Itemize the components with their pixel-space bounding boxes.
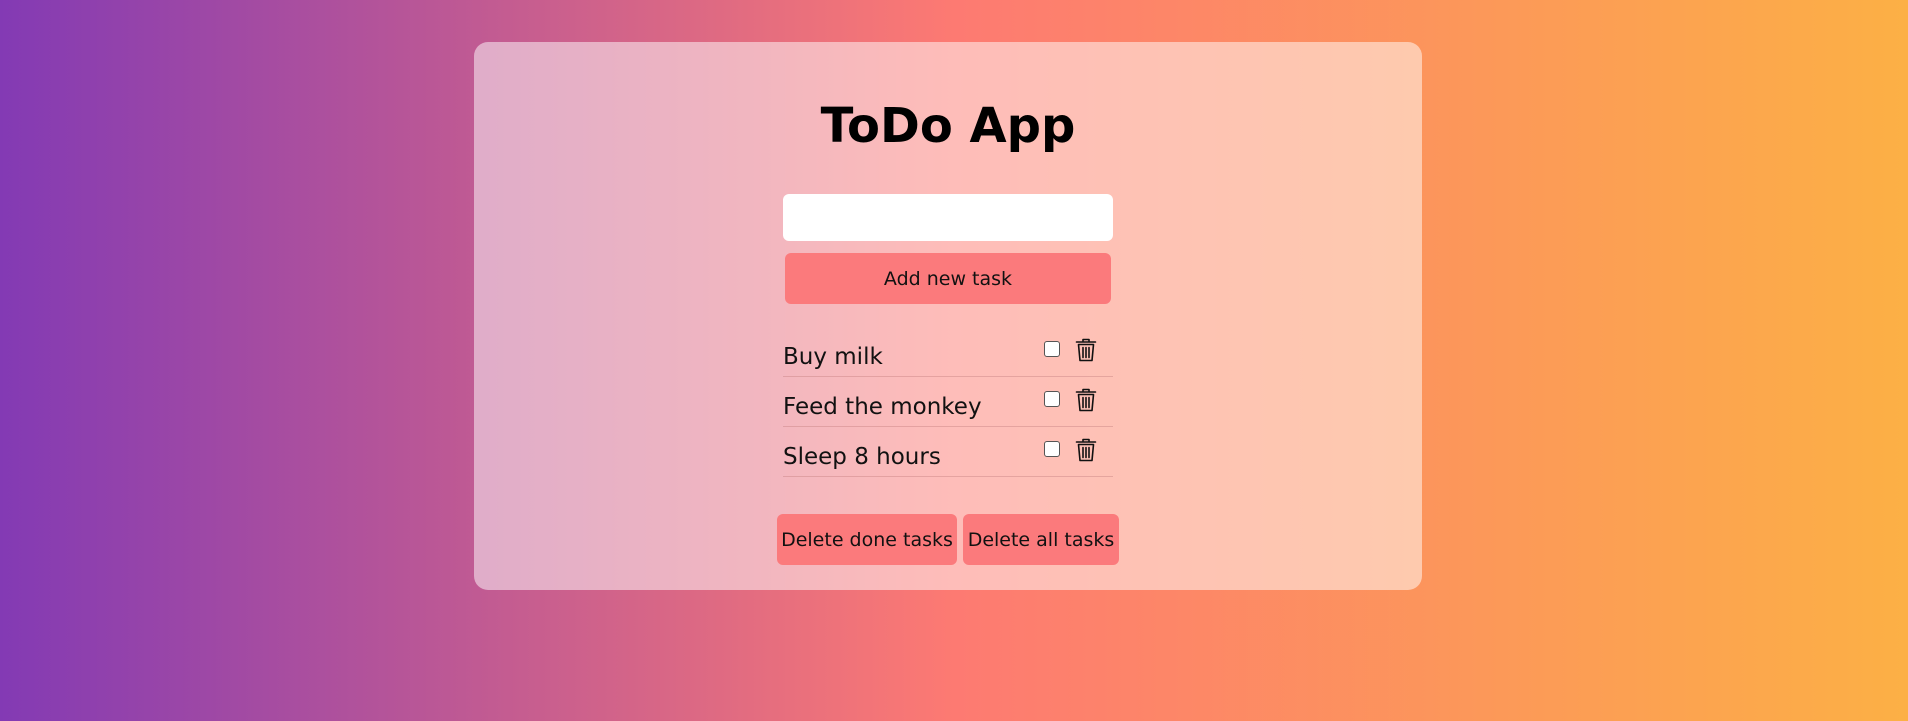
task-done-checkbox[interactable]	[1044, 441, 1060, 457]
delete-all-tasks-button[interactable]: Delete all tasks	[963, 514, 1119, 565]
new-task-input[interactable]	[783, 194, 1113, 241]
task-item: Sleep 8 hours	[783, 428, 1113, 477]
trash-icon[interactable]	[1075, 338, 1097, 362]
task-item: Feed the monkey	[783, 378, 1113, 427]
app-title: ToDo App	[820, 98, 1076, 154]
task-item: Buy milk	[783, 328, 1113, 377]
trash-icon[interactable]	[1075, 388, 1097, 412]
task-list: Buy milk Feed the monkey Sleep 8 hours	[783, 328, 1113, 478]
todo-card: ToDo App Add new task Buy milk Feed the …	[474, 42, 1422, 590]
task-text: Feed the monkey	[783, 394, 982, 420]
task-done-checkbox[interactable]	[1044, 341, 1060, 357]
trash-icon[interactable]	[1075, 438, 1097, 462]
delete-done-tasks-button[interactable]: Delete done tasks	[777, 514, 957, 565]
task-done-checkbox[interactable]	[1044, 391, 1060, 407]
task-text: Buy milk	[783, 344, 883, 370]
add-task-button[interactable]: Add new task	[785, 253, 1111, 304]
task-text: Sleep 8 hours	[783, 444, 941, 470]
